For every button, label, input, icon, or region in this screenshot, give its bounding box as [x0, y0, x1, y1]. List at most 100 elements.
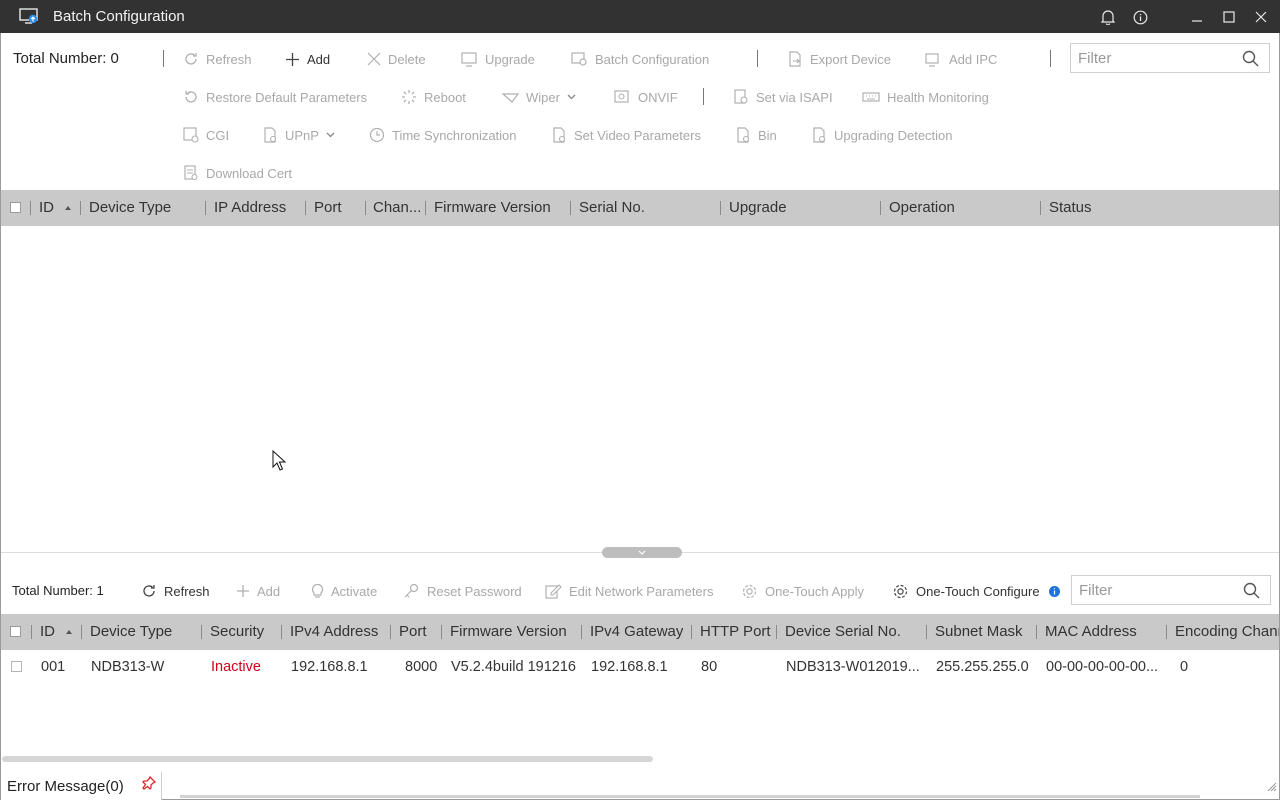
chevron-down-icon [326, 132, 335, 138]
top-col-upgrade[interactable]: Upgrade [729, 190, 787, 226]
bottom-col-subnet-mask[interactable]: Subnet Mask [935, 614, 1023, 650]
resize-grip-icon[interactable] [1267, 779, 1277, 797]
onvif-label: ONVIF [638, 89, 678, 105]
info-icon[interactable] [1129, 6, 1151, 28]
pin-icon[interactable] [142, 775, 157, 795]
top-batch-configuration-button[interactable]: Batch Configuration [571, 49, 709, 69]
error-message-tab[interactable]: Error Message(0) [1, 772, 162, 800]
bottom-col-firmware-version[interactable]: Firmware Version [450, 614, 567, 650]
top-upgrade-label: Upgrade [485, 51, 535, 67]
add-ipc-label: Add IPC [949, 51, 998, 67]
error-message-label: Error Message(0) [7, 778, 124, 795]
bottom-col-ipv4-address[interactable]: IPv4 Address [290, 614, 378, 650]
spinner-icon [402, 90, 416, 104]
bottom-add-label: Add [257, 583, 281, 599]
set-via-isapi-label: Set via ISAPI [756, 89, 833, 105]
search-icon[interactable] [1242, 50, 1259, 72]
reboot-button[interactable]: Reboot [401, 87, 466, 107]
activate-button[interactable]: Activate [311, 581, 377, 601]
bottom-filter-input[interactable] [1072, 576, 1270, 604]
cell-device-serial-no: NDB313-W012019... [786, 659, 920, 675]
bottom-add-button[interactable]: Add [236, 581, 280, 601]
sort-ascending-icon [66, 630, 72, 634]
wiper-dropdown[interactable]: Wiper [502, 87, 576, 107]
one-touch-apply-button[interactable]: One-Touch Apply [741, 581, 864, 601]
splitter-collapse-handle[interactable] [602, 547, 682, 558]
restore-default-button[interactable]: Restore Default Parameters [183, 87, 367, 107]
top-select-all-checkbox[interactable] [10, 202, 21, 213]
top-table-body[interactable] [1, 226, 1279, 552]
top-table-header: ID Device Type IP Address Port Chan... F… [1, 190, 1279, 226]
top-col-operation[interactable]: Operation [889, 190, 955, 226]
export-device-button[interactable]: Export Device [787, 49, 891, 69]
top-col-status[interactable]: Status [1049, 190, 1092, 226]
toolbar-separator [163, 50, 164, 67]
error-panel-divider [180, 795, 1200, 798]
wiper-icon [502, 93, 519, 103]
top-filter-box[interactable] [1070, 43, 1270, 73]
one-touch-configure-button[interactable]: One-Touch Configure [892, 581, 1060, 601]
top-col-ip-address[interactable]: IP Address [214, 190, 286, 226]
edit-network-params-button[interactable]: Edit Network Parameters [545, 581, 714, 601]
top-batch-configuration-label: Batch Configuration [595, 51, 710, 67]
maximize-icon[interactable] [1218, 6, 1240, 28]
reset-password-button[interactable]: Reset Password [403, 581, 522, 601]
bottom-col-ipv4-gateway[interactable]: IPv4 Gateway [590, 614, 683, 650]
cell-encoding-channel: 0 [1180, 659, 1189, 675]
top-col-serial-no[interactable]: Serial No. [579, 190, 645, 226]
top-col-firmware-version[interactable]: Firmware Version [434, 190, 551, 226]
top-filter-input[interactable] [1071, 44, 1269, 72]
lightbulb-icon [311, 583, 324, 598]
bin-button[interactable]: Bin [735, 125, 777, 145]
set-video-params-button[interactable]: Set Video Parameters [551, 125, 701, 145]
minimize-icon[interactable] [1186, 6, 1208, 28]
top-col-port[interactable]: Port [314, 190, 342, 226]
close-icon[interactable] [1250, 6, 1272, 28]
bottom-select-all-checkbox[interactable] [10, 626, 21, 637]
chevron-down-icon [638, 550, 646, 555]
restore-icon [185, 91, 197, 103]
bottom-col-id[interactable]: ID [40, 614, 55, 650]
bottom-filter-box[interactable] [1071, 575, 1271, 605]
bottom-col-encoding-channel[interactable]: Encoding Chann [1175, 614, 1279, 650]
bottom-col-device-serial-no[interactable]: Device Serial No. [785, 614, 901, 650]
bottom-col-security[interactable]: Security [210, 614, 264, 650]
add-ipc-button[interactable]: Add IPC [925, 49, 997, 69]
download-cert-button[interactable]: Download Cert [183, 163, 292, 183]
gear-icon [893, 584, 908, 598]
bottom-col-port[interactable]: Port [399, 614, 427, 650]
top-upgrade-button[interactable]: Upgrade [461, 49, 535, 69]
onvif-button[interactable]: ONVIF [614, 87, 678, 107]
clock-icon [369, 127, 385, 143]
bottom-refresh-button[interactable]: Refresh [141, 581, 210, 601]
row-checkbox[interactable] [11, 661, 22, 672]
top-refresh-label: Refresh [206, 51, 252, 67]
time-sync-button[interactable]: Time Synchronization [369, 125, 517, 145]
plus-icon [286, 52, 299, 66]
upgrading-detection-button[interactable]: Upgrading Detection [811, 125, 953, 145]
settings-doc-icon [734, 89, 748, 104]
top-col-id[interactable]: ID [39, 190, 54, 226]
horizontal-scrollbar[interactable] [2, 756, 653, 762]
bottom-col-mac-address[interactable]: MAC Address [1045, 614, 1137, 650]
set-via-isapi-button[interactable]: Set via ISAPI [733, 87, 833, 107]
top-add-button[interactable]: Add [285, 49, 330, 69]
table-row[interactable]: 001 NDB313-W Inactive 192.168.8.1 8000 V… [1, 650, 1279, 685]
reboot-label: Reboot [424, 89, 466, 105]
top-delete-button[interactable]: Delete [367, 49, 426, 69]
bell-icon[interactable] [1097, 6, 1119, 28]
upnp-dropdown[interactable]: UPnP [262, 125, 335, 145]
time-sync-label: Time Synchronization [392, 127, 517, 143]
edit-network-params-label: Edit Network Parameters [569, 583, 714, 599]
info-dot-icon[interactable] [1048, 585, 1060, 597]
health-monitoring-button[interactable]: Health Monitoring [862, 87, 989, 107]
cgi-button[interactable]: CGI [183, 125, 229, 145]
top-col-device-type[interactable]: Device Type [89, 190, 171, 226]
top-col-channel[interactable]: Chan... [373, 190, 423, 226]
bottom-col-device-type[interactable]: Device Type [90, 614, 172, 650]
search-icon[interactable] [1243, 582, 1260, 604]
top-refresh-button[interactable]: Refresh [183, 49, 252, 69]
activate-label: Activate [331, 583, 378, 599]
chevron-down-icon [567, 94, 576, 100]
bottom-col-http-port[interactable]: HTTP Port [700, 614, 771, 650]
